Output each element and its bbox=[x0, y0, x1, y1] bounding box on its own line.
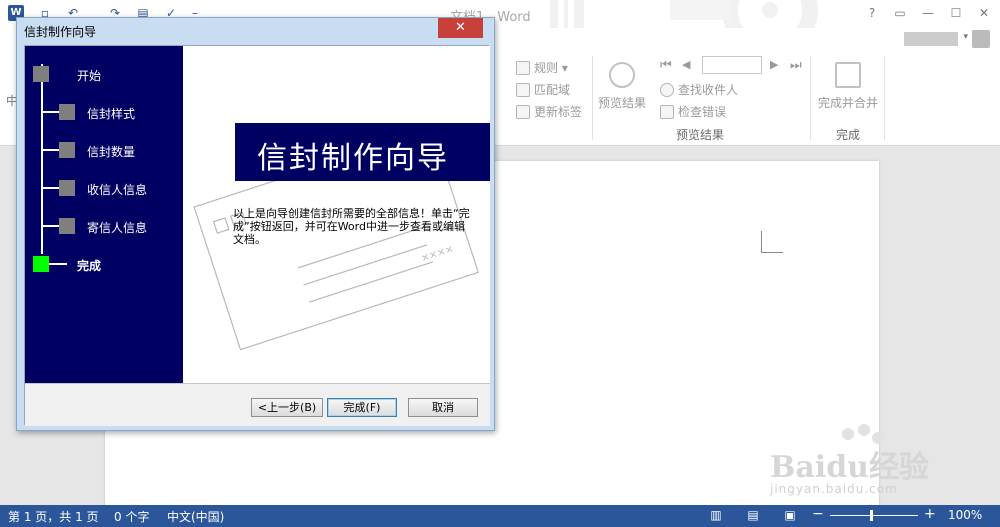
match-fields-button[interactable]: 匹配域 bbox=[516, 81, 570, 98]
rules-button[interactable]: 规则 ▾ bbox=[516, 59, 568, 76]
step-label: 开始 bbox=[77, 69, 102, 83]
update-labels-button[interactable]: 更新标签 bbox=[516, 103, 582, 120]
cancel-button[interactable]: 取消 bbox=[408, 398, 478, 417]
web-layout-icon[interactable]: ▣ bbox=[782, 508, 798, 523]
banner-title: 信封制作向导 bbox=[257, 141, 449, 176]
step-marker bbox=[59, 104, 75, 120]
find-recipient-label: 查找收件人 bbox=[678, 83, 739, 97]
group-separator bbox=[592, 56, 593, 140]
envelope-wizard-dialog: 信封制作向导 ✕ 开始信封样式信封数量收信人信息寄信人信息完成 ×××× 信封制… bbox=[16, 17, 495, 431]
step-label: 信封样式 bbox=[87, 107, 136, 121]
next-record-button[interactable]: ▶ bbox=[770, 58, 778, 71]
close-button[interactable]: ✕ bbox=[974, 5, 994, 21]
check-errors-button[interactable]: 检查错误 bbox=[660, 103, 726, 120]
zoom-out-button[interactable]: − bbox=[812, 506, 824, 522]
step-marker bbox=[59, 218, 75, 234]
watermark-url: jingyan.baidu.com bbox=[770, 482, 898, 496]
user-name[interactable] bbox=[904, 32, 958, 46]
envelope-stamp-text: ×××× bbox=[420, 244, 455, 265]
step-marker bbox=[59, 180, 75, 196]
help-button[interactable]: ? bbox=[862, 5, 882, 21]
update-labels-label: 更新标签 bbox=[534, 105, 583, 119]
finish-button[interactable]: 完成(F) bbox=[327, 398, 397, 417]
dialog-title: 信封制作向导 bbox=[24, 25, 97, 39]
read-mode-icon[interactable]: ▥ bbox=[708, 508, 724, 523]
step-label: 收信人信息 bbox=[87, 183, 148, 197]
first-record-icon: ⏮ bbox=[660, 58, 672, 73]
match-fields-label: 匹配域 bbox=[534, 83, 571, 97]
step-marker bbox=[33, 66, 49, 82]
finish-merge-button[interactable]: 完成并合并 bbox=[816, 62, 880, 111]
dialog-footer: <上一步(B) 完成(F) 取消 bbox=[25, 383, 490, 426]
previous-record-icon: ◀ bbox=[682, 58, 691, 71]
check-errors-icon bbox=[660, 104, 674, 119]
last-record-button[interactable]: ⏭ bbox=[790, 58, 802, 73]
status-bar: 第 1 页，共 1 页 0 个字 中文(中国) ▥ ▤ ▣ − + 100% bbox=[0, 505, 1000, 527]
find-recipient-icon bbox=[660, 82, 674, 97]
zoom-in-button[interactable]: + bbox=[924, 506, 936, 522]
step-marker bbox=[59, 142, 75, 158]
wizard-content-panel: ×××× 信封制作向导 以上是向导创建信封所需要的全部信息！单击“完成”按钮返回… bbox=[183, 46, 490, 383]
wizard-steps-panel: 开始信封样式信封数量收信人信息寄信人信息完成 bbox=[25, 46, 183, 383]
wizard-description: 以上是向导创建信封所需要的全部信息！单击“完成”按钮返回，并可在Word中进一步… bbox=[233, 207, 470, 246]
preview-group-label: 预览结果 bbox=[676, 128, 725, 142]
rules-icon bbox=[516, 60, 530, 75]
zoom-level[interactable]: 100% bbox=[948, 508, 982, 522]
margin-corner-mark bbox=[761, 231, 783, 253]
find-recipient-button[interactable]: 查找收件人 bbox=[660, 81, 738, 98]
chevron-down-icon[interactable]: ▾ bbox=[963, 32, 968, 42]
ribbon-display-button[interactable]: ▭ bbox=[890, 5, 910, 21]
check-errors-label: 检查错误 bbox=[678, 105, 727, 119]
preview-results-button[interactable]: 预览结果 bbox=[596, 62, 648, 111]
dialog-body: 开始信封样式信封数量收信人信息寄信人信息完成 ×××× 信封制作向导 以上是向导… bbox=[24, 45, 490, 426]
maximize-button[interactable]: ☐ bbox=[946, 5, 966, 21]
zoom-slider[interactable] bbox=[830, 515, 918, 516]
record-number-input[interactable] bbox=[702, 56, 762, 74]
rules-label: 规则 ▾ bbox=[534, 61, 568, 75]
dialog-close-button[interactable]: ✕ bbox=[438, 18, 483, 38]
avatar[interactable] bbox=[972, 30, 990, 48]
preview-results-label: 预览结果 bbox=[597, 96, 646, 110]
step-label: 完成 bbox=[77, 259, 102, 273]
page-count[interactable]: 第 1 页，共 1 页 bbox=[8, 508, 99, 525]
last-record-icon: ⏭ bbox=[790, 58, 802, 73]
language-indicator[interactable]: 中文(中国) bbox=[167, 508, 224, 525]
finish-merge-label: 完成并合并 bbox=[817, 96, 878, 110]
match-fields-icon bbox=[516, 82, 530, 97]
previous-record-button[interactable]: ◀ bbox=[682, 58, 690, 71]
zoom-slider-thumb[interactable] bbox=[870, 510, 873, 521]
watermark-brand: Baidu经验 bbox=[770, 450, 929, 485]
back-button[interactable]: <上一步(B) bbox=[251, 398, 323, 417]
print-layout-icon[interactable]: ▤ bbox=[745, 508, 761, 523]
update-labels-icon bbox=[516, 104, 530, 119]
group-separator bbox=[884, 56, 885, 140]
minimize-button[interactable]: — bbox=[918, 5, 938, 21]
next-record-icon: ▶ bbox=[770, 58, 779, 71]
step-label: 信封数量 bbox=[87, 145, 136, 159]
wizard-banner: 信封制作向导 bbox=[235, 123, 490, 181]
first-record-button[interactable]: ⏮ bbox=[660, 58, 672, 73]
word-count[interactable]: 0 个字 bbox=[114, 508, 149, 525]
preview-icon bbox=[609, 62, 635, 88]
group-separator bbox=[810, 56, 811, 140]
finish-group-label: 完成 bbox=[836, 128, 861, 142]
step-label: 寄信人信息 bbox=[87, 221, 148, 235]
step-marker bbox=[33, 256, 49, 272]
finish-merge-icon bbox=[835, 62, 861, 88]
